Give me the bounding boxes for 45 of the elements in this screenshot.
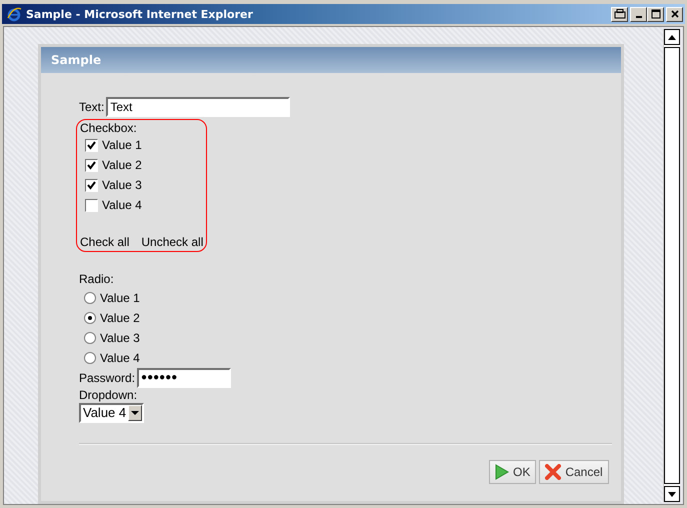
cross-icon (545, 464, 562, 480)
down-arrow-icon[interactable] (668, 492, 676, 496)
close-button[interactable] (666, 6, 683, 22)
radio-button[interactable] (84, 312, 96, 324)
link[interactable]: Check all (80, 235, 130, 249)
radio-button[interactable] (84, 292, 96, 304)
radio-label: Value 3 (100, 331, 140, 345)
maximize-icon (650, 9, 660, 19)
window-title: Sample - Microsoft Internet Explorer (26, 8, 253, 20)
group-label: Checkbox: (80, 121, 137, 135)
maximize-button[interactable] (647, 6, 664, 22)
link[interactable]: Uncheck all (141, 235, 204, 249)
radio-label: Value 4 (100, 351, 140, 365)
up-arrow-icon[interactable] (668, 34, 676, 40)
field-label: Text: (79, 100, 104, 114)
scrollbar[interactable] (663, 29, 680, 502)
checkbox-label: Value 2 (102, 158, 142, 172)
field-label: Dropdown: (79, 388, 138, 402)
checkbox-label: Value 4 (102, 198, 142, 212)
field-label: Password: (79, 371, 136, 385)
browser-icon (6, 6, 22, 22)
checkbox[interactable] (85, 158, 98, 172)
print-button[interactable] (611, 6, 628, 22)
panel-title: Sample (51, 53, 102, 67)
text-field[interactable]: Text (106, 97, 290, 117)
checkbox[interactable] (85, 178, 98, 192)
dialog-button[interactable]: Cancel (539, 460, 609, 484)
radio-label: Value 1 (100, 291, 140, 305)
caret-icon (131, 410, 140, 416)
radio-label: Value 2 (100, 311, 140, 325)
checkbox[interactable] (85, 198, 98, 212)
close-icon (670, 9, 680, 19)
radio-button[interactable] (84, 352, 96, 364)
minimize-icon (636, 16, 642, 18)
radio-button[interactable] (84, 332, 96, 344)
minimize-button[interactable] (630, 6, 647, 22)
dropdown[interactable]: Value 4 (79, 403, 144, 423)
checkbox-label: Value 3 (102, 178, 142, 192)
play-icon (495, 464, 509, 480)
password-field[interactable]: ●●●●●● (137, 368, 232, 388)
checkbox-label: Value 1 (102, 138, 142, 152)
printer-icon (614, 9, 626, 19)
dialog-button[interactable]: OK (489, 460, 536, 484)
checkbox[interactable] (85, 138, 98, 152)
group-label: Radio: (79, 272, 114, 286)
